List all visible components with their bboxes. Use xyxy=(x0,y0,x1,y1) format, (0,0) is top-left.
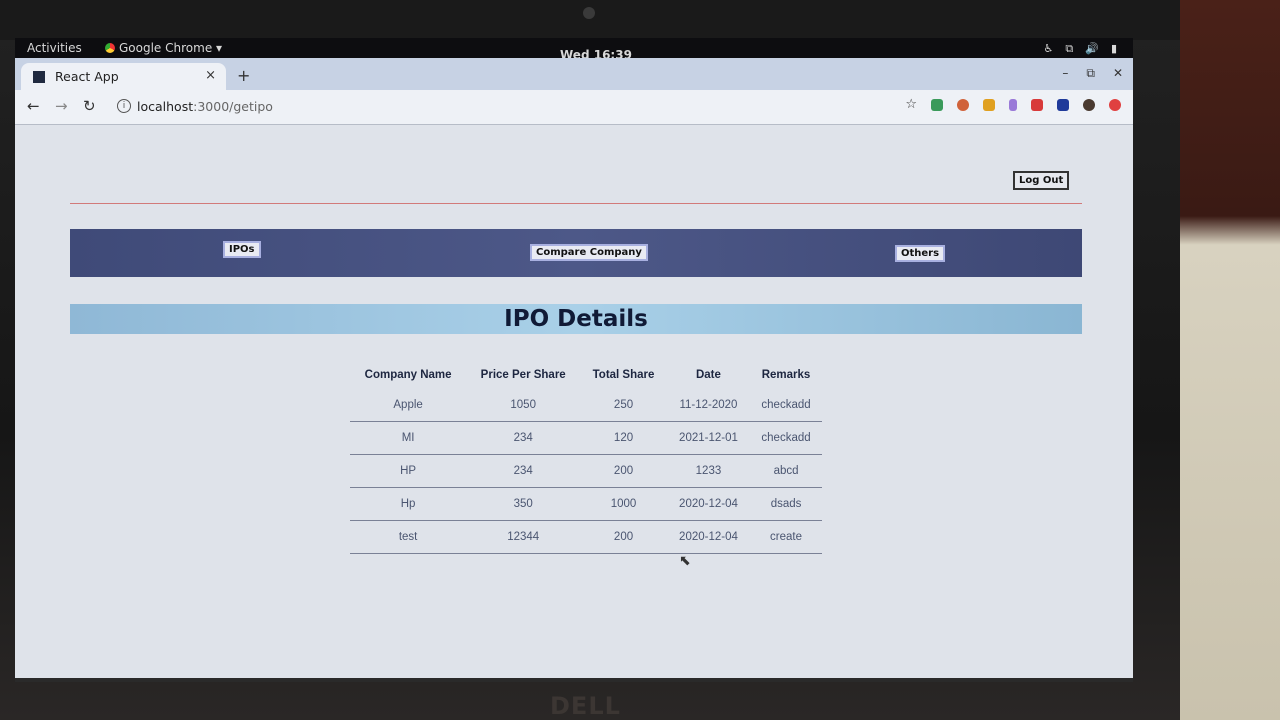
laptop-screen: Activities Google Chrome ▾ Wed 16:39 ♿ ⧉… xyxy=(15,38,1133,678)
url-path: :3000/getipo xyxy=(193,99,273,114)
header-divider xyxy=(70,203,1082,204)
dell-logo: DELL xyxy=(550,692,621,720)
cell-total-share: 250 xyxy=(580,389,667,422)
cell-remarks: create xyxy=(750,520,822,554)
system-tray[interactable]: ♿ ⧉ 🔊 ▮ xyxy=(1044,42,1118,56)
cell-price-per-share: 1050 xyxy=(466,389,581,422)
system-top-bar: Activities Google Chrome ▾ Wed 16:39 ♿ ⧉… xyxy=(15,38,1133,62)
site-info-icon[interactable]: i xyxy=(117,99,131,113)
column-header-total-share: Total Share xyxy=(592,369,655,381)
maximize-button[interactable]: ⧉ xyxy=(1086,66,1095,81)
nav-others-button[interactable]: Others xyxy=(895,245,946,262)
table-row: MI 234 120 2021-12-01 checkadd xyxy=(350,421,822,455)
table-row: Apple 1050 250 11-12-2020 checkadd xyxy=(350,389,822,422)
cell-company-name: Hp xyxy=(350,487,467,521)
extension-star-icon[interactable] xyxy=(983,99,995,111)
extension-bars-icon[interactable] xyxy=(1009,99,1017,111)
ipo-details-table: Company Name Price Per Share Total Share… xyxy=(350,361,822,554)
screen-bottom-edge xyxy=(15,678,1133,682)
cell-price-per-share: 350 xyxy=(466,487,581,521)
cell-date: 2020-12-04 xyxy=(666,520,751,554)
chrome-icon xyxy=(105,43,115,53)
nav-compare-company-button[interactable]: Compare Company xyxy=(530,244,648,261)
page-title: IPO Details xyxy=(504,306,648,332)
window-controls: – ⧉ ✕ xyxy=(1062,66,1123,81)
browser-tab[interactable]: React App × xyxy=(21,63,226,90)
cell-remarks: abcd xyxy=(750,454,822,488)
extension-update-icon[interactable] xyxy=(1109,99,1121,111)
cell-price-per-share: 234 xyxy=(466,421,581,455)
screen-bezel-top xyxy=(0,0,1180,40)
background-wall xyxy=(1180,0,1280,720)
url-host: localhost xyxy=(137,99,194,114)
battery-icon[interactable]: ▮ xyxy=(1111,42,1117,56)
bookmark-star-icon[interactable]: ☆ xyxy=(905,98,917,111)
minimize-button[interactable]: – xyxy=(1062,66,1068,81)
column-header-date: Date xyxy=(695,369,721,381)
logout-button[interactable]: Log Out xyxy=(1013,171,1070,190)
cell-date: 1233 xyxy=(666,454,751,488)
cell-company-name: Apple xyxy=(350,389,467,422)
table-row: test 12344 200 2020-12-04 create xyxy=(350,520,822,554)
activities-button[interactable]: Activities xyxy=(27,41,82,55)
tab-close-icon[interactable]: × xyxy=(205,68,216,83)
cell-company-name: MI xyxy=(350,421,467,455)
forward-arrow-icon[interactable]: → xyxy=(55,97,68,115)
table-header-row: Company Name Price Per Share Total Share… xyxy=(350,361,822,389)
mouse-pointer-icon: ⬉ xyxy=(679,553,691,569)
cell-company-name: test xyxy=(350,520,467,554)
cell-date: 2021-12-01 xyxy=(666,421,751,455)
cell-total-share: 200 xyxy=(580,454,667,488)
column-header-price-per-share: Price Per Share xyxy=(480,369,566,381)
nav-ipos-button[interactable]: IPOs xyxy=(223,241,261,258)
back-arrow-icon[interactable]: ← xyxy=(27,97,40,115)
extension-cookie-icon[interactable] xyxy=(957,99,969,111)
cell-total-share: 200 xyxy=(580,520,667,554)
cell-remarks: checkadd xyxy=(750,389,822,422)
cell-remarks: checkadd xyxy=(750,421,822,455)
table-row: Hp 350 1000 2020-12-04 dsads xyxy=(350,487,822,521)
profile-avatar[interactable] xyxy=(1083,99,1095,111)
cell-remarks: dsads xyxy=(750,487,822,521)
cell-company-name: HP xyxy=(350,454,467,488)
cell-price-per-share: 234 xyxy=(466,454,581,488)
column-header-remarks: Remarks xyxy=(761,369,811,381)
extension-inbox-icon[interactable] xyxy=(931,99,943,111)
cell-date: 2020-12-04 xyxy=(666,487,751,521)
reload-icon[interactable]: ↻ xyxy=(83,97,96,115)
web-page: Log Out IPOs Compare Company Others IPO … xyxy=(15,125,1133,678)
cell-total-share: 1000 xyxy=(580,487,667,521)
page-title-bar: IPO Details xyxy=(70,304,1082,334)
table-row: HP 234 200 1233 abcd xyxy=(350,454,822,488)
react-app-favicon-icon xyxy=(33,71,45,83)
tab-title: React App xyxy=(55,69,119,84)
browser-tab-strip: React App × + – ⧉ ✕ xyxy=(15,58,1133,90)
new-tab-button[interactable]: + xyxy=(237,66,250,85)
main-navbar: IPOs Compare Company Others xyxy=(70,229,1082,277)
accessibility-icon[interactable]: ♿ xyxy=(1044,42,1054,56)
network-icon[interactable]: ⧉ xyxy=(1065,42,1073,56)
cell-date: 11-12-2020 xyxy=(666,389,751,422)
app-menu[interactable]: Google Chrome ▾ xyxy=(105,41,222,55)
cell-total-share: 120 xyxy=(580,421,667,455)
address-bar[interactable]: localhost:3000/getipo xyxy=(137,99,273,114)
column-header-company-name: Company Name xyxy=(364,369,452,381)
extension-video-icon[interactable] xyxy=(1031,99,1043,111)
close-window-button[interactable]: ✕ xyxy=(1113,66,1123,81)
app-menu-label: Google Chrome ▾ xyxy=(119,41,223,55)
browser-toolbar: ← → ↻ i localhost:3000/getipo ☆ xyxy=(15,90,1133,125)
cell-price-per-share: 12344 xyxy=(466,520,581,554)
extension-square-icon[interactable] xyxy=(1057,99,1069,111)
extension-icons: ☆ xyxy=(905,98,1121,111)
webcam-icon xyxy=(583,7,595,19)
volume-icon[interactable]: 🔊 xyxy=(1085,42,1099,56)
